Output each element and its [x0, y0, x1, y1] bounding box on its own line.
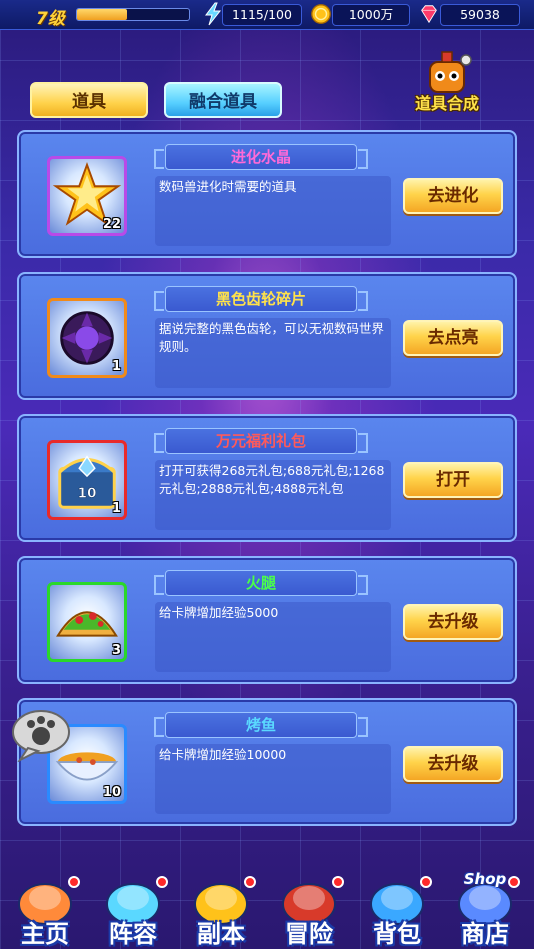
xp-bar-fill: [77, 9, 128, 20]
bottom-nav: 主页 阵容 副本 冒险 背包 Shop 商店: [0, 868, 534, 949]
xp-bar: [76, 8, 190, 21]
tab-items[interactable]: 道具: [30, 82, 148, 118]
nav-item[interactable]: 背包: [358, 868, 436, 949]
item-name: 烤鱼: [245, 716, 276, 734]
item-description: 给卡牌增加经验10000: [159, 747, 287, 762]
item-card: 22 进化水晶 数码兽进化时需要的道具 去进化: [17, 130, 517, 258]
item-icon-frame[interactable]: 1: [47, 298, 127, 378]
item-count: 1: [111, 501, 121, 516]
item-description: 给卡牌增加经验5000: [159, 605, 279, 620]
nav-item[interactable]: 阵容: [94, 868, 172, 949]
item-card: 1 黑色齿轮碎片 据说完整的黑色齿轮，可以无视数码世界规则。 去点亮: [17, 272, 517, 400]
item-count: 3: [111, 643, 121, 658]
item-icon-frame[interactable]: 22: [47, 156, 127, 236]
item-count: 22: [102, 217, 121, 232]
energy-icon: [205, 2, 222, 26]
nav-item[interactable]: 冒险: [270, 868, 348, 949]
notification-dot: [156, 876, 168, 888]
notification-dot: [420, 876, 432, 888]
chest-number: 10: [78, 486, 97, 502]
item-name: 火腿: [245, 574, 276, 592]
item-card: 3 火腿 给卡牌增加经验5000 去升级: [17, 556, 517, 684]
nav-label: 副本: [197, 920, 245, 948]
coin-icon: [311, 4, 331, 24]
nav-label: 冒险: [285, 920, 333, 948]
nav-item[interactable]: 副本: [182, 868, 260, 949]
notification-dot: [244, 876, 256, 888]
tab-fusion-items[interactable]: 融合道具: [164, 82, 282, 118]
gem-value: 59038: [440, 4, 520, 26]
nav-label: 商店: [461, 920, 509, 948]
item-description: 打开可获得268元礼包;688元礼包;1268元礼包;2888元礼包;4888元…: [159, 463, 385, 496]
nav-label: 背包: [373, 920, 421, 948]
gem-icon: [421, 5, 437, 24]
nav-item[interactable]: 主页: [6, 868, 84, 949]
item-name: 万元福利礼包: [215, 432, 306, 450]
item-action-button[interactable]: 打开: [403, 462, 503, 498]
item-icon-frame[interactable]: 3: [47, 582, 127, 662]
nav-label: 阵容: [109, 920, 157, 948]
synthesis-label[interactable]: 道具合成: [400, 90, 494, 114]
item-description: 据说完整的黑色齿轮，可以无视数码世界规则。: [159, 321, 385, 354]
nav-item[interactable]: Shop 商店: [446, 868, 524, 949]
item-name: 进化水晶: [230, 148, 291, 166]
item-action-button[interactable]: 去点亮: [403, 320, 503, 356]
item-action-button[interactable]: 去进化: [403, 178, 503, 214]
notification-dot: [332, 876, 344, 888]
chat-bubble-icon[interactable]: [10, 708, 72, 762]
item-action-button[interactable]: 去升级: [403, 604, 503, 640]
item-card: 10 烤鱼 给卡牌增加经验10000 去升级: [17, 698, 517, 826]
item-name: 黑色齿轮碎片: [215, 290, 306, 308]
notification-dot: [68, 876, 80, 888]
energy-value: 1115/100: [222, 4, 302, 26]
nav-label: 主页: [21, 920, 69, 948]
coin-value: 1000万: [332, 4, 410, 26]
status-bar: 7级 1115/100 1000万 59038: [0, 0, 534, 30]
item-count: 1: [111, 359, 121, 374]
player-level: 7级: [36, 9, 65, 29]
item-count: 10: [102, 785, 121, 800]
item-card: 10 1 万元福利礼包 打开可获得268元礼包;688元礼包;1268元礼包;2…: [17, 414, 517, 542]
notification-dot: [508, 876, 520, 888]
item-icon-frame[interactable]: 10 1: [47, 440, 127, 520]
item-action-button[interactable]: 去升级: [403, 746, 503, 782]
item-description: 数码兽进化时需要的道具: [159, 179, 297, 194]
